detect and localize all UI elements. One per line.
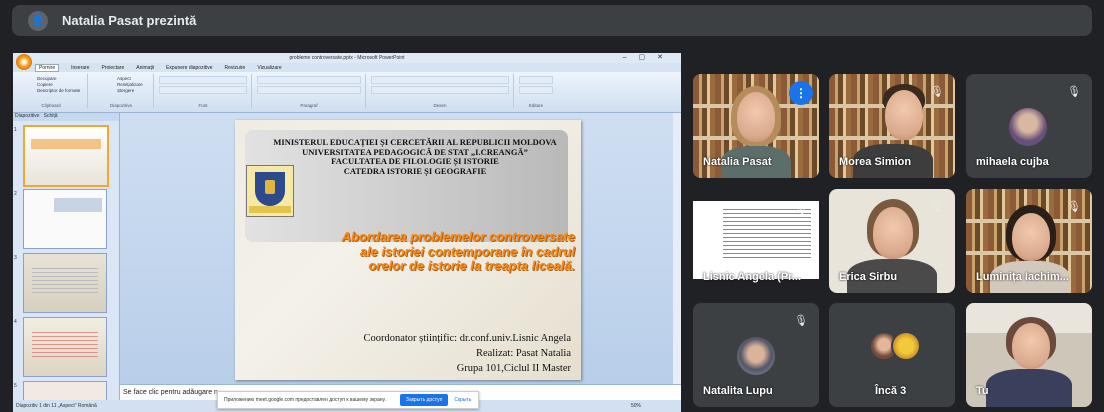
arrange-quickstyles[interactable] (371, 86, 509, 94)
office-button[interactable] (16, 54, 32, 70)
presenter-title: Natalia Pasat prezintă (62, 13, 197, 28)
participant-tile-morea-simion[interactable]: 🎙 Morea Simion (829, 74, 955, 178)
font-name-select[interactable] (159, 76, 247, 84)
slides-pane: Diapozitive Schiță 1 2 3 4 5 (13, 113, 120, 401)
tab-review[interactable]: Revizuire (224, 65, 245, 71)
participant-tile-mihaela-cujba[interactable]: 🎙 mihaela cujba (966, 74, 1092, 178)
more-participants-label: Încă 3 (875, 385, 907, 397)
current-slide[interactable]: MINISTERUL EDUCAȚIEI ȘI CERCETĂRII AL RE… (235, 120, 581, 380)
participant-name: Lisnic Angela (Pr... (703, 271, 802, 283)
ribbon: Decupare Copiere Descriptor de formate C… (13, 72, 681, 113)
slide-topic: Abordarea problemelor controversate ale … (341, 229, 575, 273)
mic-off-icon: 🎙 (930, 201, 944, 213)
participant-tile-lisnic-angela[interactable]: 🎙 Lisnic Angela (Pr... (693, 189, 819, 293)
slide-thumbnail-2[interactable] (23, 189, 107, 249)
mic-off-icon: 🎙 (930, 86, 944, 98)
tab-outline[interactable]: Schiță (44, 113, 58, 119)
tab-slideshow[interactable]: Expunere diapozitive (166, 65, 212, 71)
paragraph-buttons[interactable] (257, 76, 361, 84)
group-font: Font (155, 74, 252, 108)
alignment-buttons[interactable] (257, 86, 361, 94)
vertical-scrollbar[interactable] (673, 113, 681, 384)
slide-author: Realizat: Pasat Natalia (475, 348, 571, 359)
slide-canvas[interactable]: MINISTERUL EDUCAȚIEI ȘI CERCETĂRII AL RE… (120, 113, 681, 384)
participant-tile-erica-sirbu[interactable]: 🎙 Erica Sirbu (829, 189, 955, 293)
participant-name: Tu (976, 385, 989, 397)
participant-avatar (1009, 108, 1047, 146)
participant-face (873, 207, 913, 259)
presenter-avatar: 👤 (28, 10, 48, 31)
shapes-gallery[interactable] (371, 76, 509, 84)
pane-tabs: Diapozitive Schiță (13, 113, 119, 121)
participant-avatar (891, 331, 921, 361)
group-slides: Aspect Reinițializare Ștergere Diapoziti… (89, 74, 154, 108)
participant-tile-natalita-lupu[interactable]: 🎙 Natalita Lupu (693, 303, 819, 407)
window-controls: –▢✕ (622, 54, 675, 61)
delete-button[interactable]: Ștergere (117, 88, 153, 94)
font-format-buttons[interactable] (159, 86, 247, 94)
speaking-indicator-icon: ⋮ (789, 81, 813, 105)
slide-thumbnail-1[interactable] (23, 125, 109, 187)
tab-slides[interactable]: Diapozitive (15, 113, 39, 119)
format-painter-button[interactable]: Descriptor de formate (37, 88, 87, 94)
participant-face (737, 92, 775, 142)
crest-ribbon (249, 206, 291, 213)
find-button[interactable] (519, 76, 553, 84)
tab-view[interactable]: Vizualizare (257, 65, 281, 71)
zoom-level[interactable]: 50% (631, 400, 641, 412)
participant-name: Luminița Iachim... (976, 271, 1069, 283)
stop-sharing-button[interactable]: Закрыть доступ (399, 394, 449, 406)
screen-share-infobar: Приложению meet.google.com предоставлен … (217, 391, 479, 409)
participant-name: Natalia Pasat (703, 156, 772, 168)
participant-tile-self[interactable]: Tu (966, 303, 1092, 407)
status-text: Diapozitiv 1 din 11 „Aspect” Română (16, 403, 97, 409)
slide-group: Grupa 101,Ciclul II Master (456, 363, 571, 374)
participant-name: Morea Simion (839, 156, 912, 168)
tab-animations[interactable]: Animații (136, 65, 154, 71)
participant-tile-luminita-iachim[interactable]: 🎙 Luminița Iachim... (966, 189, 1092, 293)
mic-off-icon: 🎙 (1067, 86, 1081, 98)
group-paragraph: Paragraf (253, 74, 366, 108)
tab-insert[interactable]: Inserare (71, 65, 89, 71)
mic-off-icon: 🎙 (794, 315, 808, 327)
replace-button[interactable] (519, 86, 553, 94)
slide-thumbnail-4[interactable] (23, 317, 107, 377)
slide-thumbnail-3[interactable] (23, 253, 107, 313)
participant-name: Natalita Lupu (703, 385, 773, 397)
presenting-banner: 👤 Natalia Pasat prezintă (12, 5, 1092, 36)
group-clipboard: Decupare Copiere Descriptor de formate C… (15, 74, 88, 108)
slide-thumbnail-5[interactable] (23, 381, 107, 401)
shared-screen[interactable]: probleme controversate.pptx - Microsoft … (13, 53, 681, 412)
participant-name: Erica Sirbu (839, 271, 898, 283)
infobar-text: Приложению meet.google.com предоставлен … (224, 397, 386, 403)
window-titlebar: probleme controversate.pptx - Microsoft … (13, 53, 681, 63)
participant-face (1012, 323, 1050, 369)
participant-face (1012, 213, 1050, 261)
mic-off-icon: 🎙 (1067, 201, 1081, 213)
tab-design[interactable]: Proiectare (101, 65, 124, 71)
crest-shield-icon (255, 172, 285, 206)
group-editing: Editare (515, 74, 557, 108)
tab-home[interactable]: Pornire (35, 63, 60, 72)
slide-header: MINISTERUL EDUCAȚIEI ȘI CERCETĂRII AL RE… (273, 137, 557, 176)
hide-button[interactable]: Скрыть (454, 397, 471, 403)
group-drawing: Desen (367, 74, 514, 108)
participant-avatar (737, 337, 775, 375)
mic-off-icon: 🎙 (794, 203, 808, 215)
participant-face (885, 90, 923, 140)
window-title: probleme controversate.pptx - Microsoft … (289, 55, 405, 61)
participant-tile-more[interactable]: Încă 3 (829, 303, 955, 407)
slide-coordinator: Coordonator științific: dr.conf.univ.Lis… (363, 333, 571, 344)
participant-name: mihaela cujba (976, 156, 1049, 168)
participant-tile-natalia-pasat[interactable]: ⋮ Natalia Pasat (693, 74, 819, 178)
university-crest (246, 165, 294, 217)
ribbon-tabs: Pornire Inserare Proiectare Animații Exp… (13, 63, 681, 72)
